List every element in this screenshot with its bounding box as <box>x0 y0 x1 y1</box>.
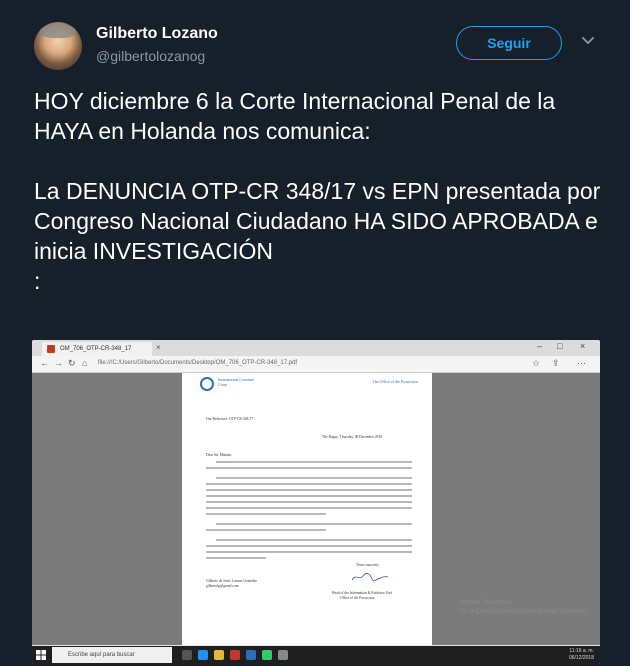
favorite-icon[interactable]: ☆ <box>532 358 540 369</box>
office-icon[interactable] <box>230 650 240 660</box>
avatar[interactable] <box>34 22 82 70</box>
home-icon[interactable]: ⌂ <box>82 358 87 368</box>
text-line <box>216 461 412 463</box>
text-line <box>206 501 412 503</box>
text-line <box>216 477 412 479</box>
signoff: Yours sincerely, <box>356 563 379 567</box>
text-line <box>206 513 326 515</box>
tweet-text: HOY diciembre 6 la Corte Internacional P… <box>34 88 601 294</box>
text-line <box>206 529 326 531</box>
icc-logo <box>200 377 214 391</box>
edge-icon[interactable] <box>198 650 208 660</box>
windows-start-icon[interactable] <box>36 650 46 660</box>
text-line <box>206 551 412 553</box>
menu-icon[interactable]: ⋯ <box>577 358 586 369</box>
text-line <box>206 483 412 485</box>
org-name: International Criminal Court <box>218 377 254 387</box>
taskbar-search[interactable]: Escribe aquí para buscar <box>52 647 172 663</box>
pdf-page: International Criminal Court The Office … <box>182 373 432 645</box>
app-icon[interactable] <box>278 650 288 660</box>
close-icon[interactable]: × <box>156 343 161 352</box>
watermark-line-2: Ve a Configuración para activar Windows. <box>460 608 590 615</box>
text-line <box>206 507 412 509</box>
recipient-email: gilbertolg@gmail.com <box>206 584 239 588</box>
clock-date: 06/12/2018 <box>568 655 594 661</box>
browser-tabbar: OM_706_OTP-CR-348_17 × – □ × <box>32 340 600 356</box>
system-clock[interactable]: 11:16 a. m. 06/12/2018 <box>569 648 594 662</box>
folder-icon[interactable] <box>214 650 224 660</box>
attached-image[interactable]: OM_706_OTP-CR-348_17 × – □ × ← → ↻ ⌂ fil… <box>32 340 600 664</box>
window-close-icon[interactable]: × <box>580 341 585 351</box>
maximize-icon[interactable]: □ <box>557 341 562 351</box>
chevron-down-icon[interactable] <box>580 33 596 49</box>
text-line <box>206 495 412 497</box>
tweet-card: Gilberto Lozano @gilbertolozanog Seguir … <box>0 0 630 666</box>
text-line <box>206 545 412 547</box>
pdf-icon <box>47 345 55 353</box>
author-name[interactable]: Gilberto Lozano <box>96 25 218 43</box>
taskbar: Escribe aquí para buscar 11:16 a. m. 06/… <box>32 646 600 664</box>
date-line: The Hague, Thursday, 06 December 2018 <box>322 435 383 439</box>
text-line <box>216 539 412 541</box>
author-handle[interactable]: @gilbertolozanog <box>96 48 205 64</box>
signature-image <box>351 573 389 581</box>
task-view-icon[interactable] <box>182 650 192 660</box>
back-icon[interactable]: ← <box>40 358 49 368</box>
share-icon[interactable]: ⇪ <box>552 358 560 369</box>
word-icon[interactable] <box>246 650 256 660</box>
minimize-icon[interactable]: – <box>537 341 542 351</box>
salutation: Dear Sir, Madam, <box>206 453 232 457</box>
browser-tab[interactable]: OM_706_OTP-CR-348_17 <box>42 342 152 356</box>
forward-icon[interactable]: → <box>54 358 63 368</box>
browser-tab-title: OM_706_OTP-CR-348_17 <box>60 346 132 352</box>
text-line <box>206 557 266 559</box>
activation-watermark: Activar Windows Ve a Configuración para … <box>460 598 590 616</box>
chrome-icon[interactable] <box>262 650 272 660</box>
follow-button[interactable]: Seguir <box>456 26 562 60</box>
reference: Our Reference: OTP-CR-348/17 <box>206 417 253 421</box>
watermark-line-1: Activar Windows <box>460 599 512 606</box>
url-field[interactable]: file:///C:/Users/Gilberto/Documents/Desk… <box>98 360 297 366</box>
refresh-icon[interactable]: ↻ <box>68 358 76 369</box>
text-line <box>216 523 412 525</box>
signer-office: Office of the Prosecutor <box>340 596 375 600</box>
office-name: The Office of the Prosecutor <box>372 379 418 384</box>
text-line <box>206 489 412 491</box>
clock-time: 11:16 a. m. <box>569 648 594 654</box>
text-line <box>206 467 412 469</box>
address-bar: ← → ↻ ⌂ file:///C:/Users/Gilberto/Docume… <box>32 356 600 373</box>
